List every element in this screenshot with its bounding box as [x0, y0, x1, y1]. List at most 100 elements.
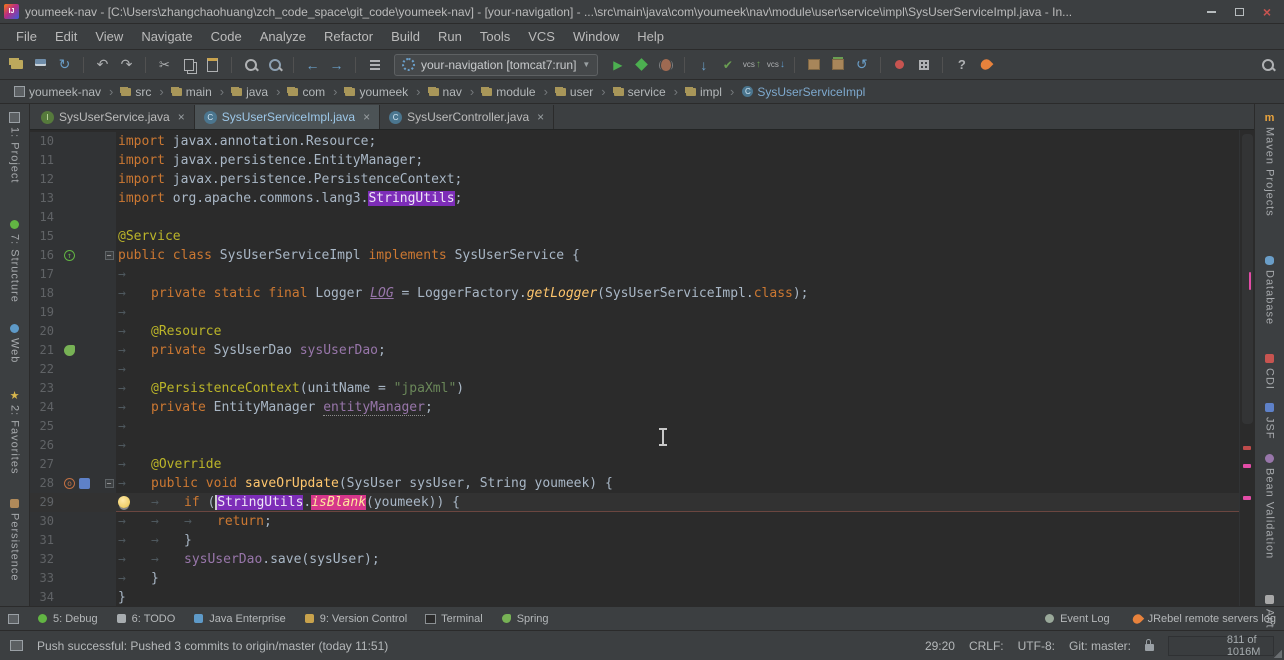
replace-icon[interactable] — [266, 56, 283, 73]
menu-view[interactable]: View — [87, 26, 131, 47]
toolwindow-cdi[interactable]: CDI — [1264, 353, 1276, 390]
code-line-26[interactable]: 26→ — [30, 436, 1254, 455]
menu-analyze[interactable]: Analyze — [252, 26, 314, 47]
line-number[interactable]: 17 — [30, 265, 58, 284]
menu-tools[interactable]: Tools — [472, 26, 518, 47]
menu-help[interactable]: Help — [629, 26, 672, 47]
code-line-27[interactable]: 27→@Override — [30, 455, 1254, 474]
commit-changes-icon[interactable] — [719, 56, 736, 73]
line-separator-indicator[interactable]: CRLF: — [969, 639, 1004, 653]
rollback-icon[interactable] — [853, 56, 870, 73]
breadcrumb-item-sysuserserviceimpl[interactable]: SysUserServiceImpl — [738, 83, 869, 101]
toolwindow-persistence[interactable]: Persistence — [9, 498, 21, 581]
application-servers-icon[interactable] — [915, 56, 932, 73]
back-icon[interactable] — [304, 56, 321, 73]
code-line-25[interactable]: 25→ — [30, 417, 1254, 436]
line-number[interactable]: 18 — [30, 284, 58, 303]
code-line-20[interactable]: 20→@Resource — [30, 322, 1254, 341]
line-number[interactable]: 31 — [30, 531, 58, 550]
breadcrumb-item-main[interactable]: main — [168, 83, 216, 101]
hotswap-icon[interactable] — [891, 56, 908, 73]
line-number[interactable]: 10 — [30, 132, 58, 151]
column-selection-mode-icon[interactable] — [366, 56, 383, 73]
forward-icon[interactable] — [328, 56, 345, 73]
breadcrumb-item-com[interactable]: com — [284, 83, 329, 101]
copy-icon[interactable] — [180, 56, 197, 73]
line-number[interactable]: 29 — [30, 493, 58, 512]
code-line-24[interactable]: 24→private EntityManager entityManager; — [30, 398, 1254, 417]
menu-code[interactable]: Code — [203, 26, 250, 47]
scrollbar-thumb[interactable] — [1242, 134, 1253, 424]
editor-tab-sysuserserviceimpl-java[interactable]: CSysUserServiceImpl.java× — [195, 105, 380, 129]
code-line-28[interactable]: 28−→public void saveOrUpdate(SysUser sys… — [30, 474, 1254, 493]
update-project-icon[interactable] — [695, 56, 712, 73]
breadcrumb-item-youmeek[interactable]: youmeek — [341, 83, 412, 101]
undo-icon[interactable] — [94, 56, 111, 73]
code-line-33[interactable]: 33→} — [30, 569, 1254, 588]
breadcrumb-item-src[interactable]: src — [117, 83, 155, 101]
toolwindow-bean-validation[interactable]: Bean Validation — [1264, 453, 1276, 559]
code-line-29[interactable]: 29→→if (StringUtils.isBlank(youmeek)) { — [30, 493, 1254, 512]
debug-icon[interactable] — [657, 56, 674, 73]
spring-bean-icon[interactable] — [64, 345, 75, 356]
code-line-11[interactable]: 11import javax.persistence.EntityManager… — [30, 151, 1254, 170]
line-number[interactable]: 30 — [30, 512, 58, 531]
implements-marker-icon[interactable] — [64, 250, 75, 261]
toolwindow-switcher-icon[interactable] — [8, 613, 19, 624]
toolwindow-jsf[interactable]: JSF — [1264, 402, 1276, 440]
editor-tab-sysuserservice-java[interactable]: ISysUserService.java× — [32, 105, 195, 129]
help-icon[interactable] — [953, 56, 970, 73]
code-line-10[interactable]: 10import javax.annotation.Resource; — [30, 132, 1254, 151]
toolwindow-database[interactable]: Database — [1264, 255, 1276, 325]
line-number[interactable]: 28 — [30, 474, 58, 493]
toolwindow-5-debug[interactable]: 5: Debug — [37, 613, 98, 625]
code-line-21[interactable]: 21→private SysUserDao sysUserDao; — [30, 341, 1254, 360]
paste-icon[interactable] — [204, 56, 221, 73]
toolwindow-9-version-control[interactable]: 9: Version Control — [304, 613, 407, 625]
toolwindow-jrebel-remote-servers-log[interactable]: JRebel remote servers log — [1132, 613, 1276, 625]
breadcrumb-item-java[interactable]: java — [228, 83, 272, 101]
line-number[interactable]: 11 — [30, 151, 58, 170]
toolwindow-preview-icon[interactable] — [10, 640, 23, 651]
toolwindow-spring[interactable]: Spring — [501, 613, 549, 625]
jrebel-icon[interactable] — [977, 56, 994, 73]
line-number[interactable]: 19 — [30, 303, 58, 322]
tab-close-icon[interactable]: × — [537, 110, 544, 124]
vcs-push-icon[interactable]: vcs↑ — [743, 56, 760, 73]
menu-run[interactable]: Run — [430, 26, 470, 47]
git-branch-indicator[interactable]: Git: master: — [1069, 639, 1131, 653]
line-number[interactable]: 24 — [30, 398, 58, 417]
toolwindow-7-structure[interactable]: 7: Structure — [9, 219, 21, 303]
toolwindow-6-todo[interactable]: 6: TODO — [116, 613, 176, 625]
line-number[interactable]: 32 — [30, 550, 58, 569]
encoding-indicator[interactable]: UTF-8: — [1018, 639, 1055, 653]
cut-icon[interactable] — [156, 56, 173, 73]
minimize-button[interactable] — [1204, 5, 1218, 19]
tab-close-icon[interactable]: × — [178, 110, 185, 124]
menu-build[interactable]: Build — [383, 26, 428, 47]
find-icon[interactable] — [242, 56, 259, 73]
code-line-18[interactable]: 18→private static final Logger LOG = Log… — [30, 284, 1254, 303]
toolwindow-java-enterprise[interactable]: Java Enterprise — [193, 613, 285, 625]
run-configuration-select[interactable]: your-navigation [tomcat7:run] ▼ — [394, 54, 598, 76]
breadcrumb-item-user[interactable]: user — [552, 83, 597, 101]
toolwindow-1-project[interactable]: 1: Project — [9, 112, 21, 183]
toolwindow-event-log[interactable]: Event Log — [1044, 613, 1110, 625]
menu-file[interactable]: File — [8, 26, 45, 47]
toolwindow-maven-projects[interactable]: Maven Projects — [1264, 112, 1276, 217]
toolwindow-2-favorites[interactable]: 2: Favorites — [9, 390, 21, 474]
package-icon[interactable] — [805, 56, 822, 73]
code-line-30[interactable]: 30→→→return; — [30, 512, 1254, 531]
run-button[interactable] — [609, 56, 626, 73]
breadcrumb-item-module[interactable]: module — [478, 83, 539, 101]
memory-indicator[interactable]: 811 of 1016M — [1168, 636, 1274, 656]
code-line-14[interactable]: 14 — [30, 208, 1254, 227]
search-everywhere-icon[interactable] — [1259, 56, 1276, 73]
synchronize-icon[interactable] — [56, 56, 73, 73]
code-line-23[interactable]: 23→@PersistenceContext(unitName = "jpaXm… — [30, 379, 1254, 398]
menu-vcs[interactable]: VCS — [520, 26, 563, 47]
code-editor[interactable]: 10import javax.annotation.Resource;11imp… — [30, 130, 1254, 606]
redo-icon[interactable] — [118, 56, 135, 73]
code-line-16[interactable]: 16−public class SysUserServiceImpl imple… — [30, 246, 1254, 265]
toolwindow-terminal[interactable]: Terminal — [425, 613, 483, 625]
